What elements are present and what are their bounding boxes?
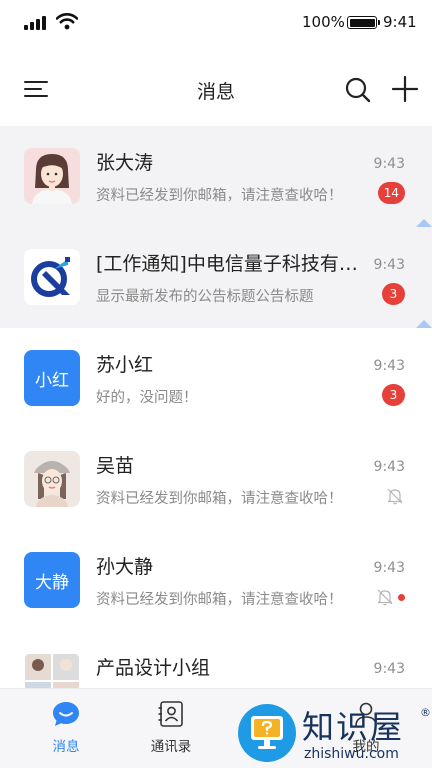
search-icon[interactable] (344, 76, 372, 104)
tab-label: 消息 (52, 739, 80, 755)
conversation-name: 吴苗 (96, 455, 135, 477)
contacts-icon (158, 701, 183, 727)
plus-icon[interactable] (392, 76, 418, 102)
conversation-time: 9:43 (373, 156, 405, 172)
conversation-item[interactable]: 产品设计小组 9:43 (0, 631, 432, 688)
conversation-preview: 显示最新发布的公告标题公告标题 (96, 289, 314, 305)
pin-marker (416, 219, 432, 227)
watermark-logo (238, 704, 296, 762)
watermark-registered: ® (420, 706, 431, 719)
conversation-name: 苏小红 (96, 354, 154, 376)
watermark-domain: zhishiwu.com (304, 746, 399, 762)
conversation-preview: 资料已经发到你邮箱，请注意查收哈！ (96, 188, 343, 204)
battery-percent: 100% (302, 13, 345, 31)
unread-badge: 3 (382, 384, 405, 406)
conversation-preview: 资料已经发到你邮箱，请注意查收哈！ (96, 491, 343, 507)
conversation-time: 9:43 (373, 661, 405, 677)
photo-avatar-woman (24, 148, 80, 204)
conversation-time: 9:43 (373, 257, 405, 273)
tab-messages[interactable]: 消息 (26, 699, 106, 763)
text-avatar: 大静 (24, 552, 80, 608)
status-bar: 100% 9:41 (0, 0, 432, 46)
conversation-name: 产品设计小组 (96, 657, 211, 679)
pin-marker (416, 320, 432, 328)
unread-badge: 14 (377, 182, 405, 204)
tab-contacts[interactable]: 通讯录 (131, 699, 211, 763)
conversation-item[interactable]: 大静 孙大静 资料已经发到你邮箱，请注意查收哈！ 9:43 (0, 530, 432, 631)
group-avatar (24, 653, 80, 688)
unread-dot (398, 594, 405, 601)
signal-icon (24, 16, 46, 30)
conversation-item[interactable]: [工作通知]中电信量子科技有限公司 显示最新发布的公告标题公告标题 9:43 3 (0, 227, 432, 328)
mute-bell-icon (387, 488, 403, 505)
conversation-item[interactable]: 小红 苏小红 好的，没问题！ 9:43 3 (0, 328, 432, 429)
conversation-time: 9:43 (373, 358, 405, 374)
photo-avatar-girl (24, 451, 80, 507)
chat-bubble-icon (53, 702, 79, 726)
conversation-item[interactable]: 吴苗 资料已经发到你邮箱，请注意查收哈！ 9:43 (0, 429, 432, 530)
nav-bar: 消息 (0, 60, 432, 118)
conversation-time: 9:43 (373, 459, 405, 475)
mute-bell-icon (377, 589, 393, 606)
conversation-item[interactable]: 张大涛 资料已经发到你邮箱，请注意查收哈！ 9:43 14 (0, 126, 432, 227)
conversation-name: 孙大静 (96, 556, 154, 578)
tab-label: 通讯录 (150, 739, 192, 755)
unread-badge: 3 (382, 283, 405, 305)
conversation-name: 张大涛 (96, 152, 154, 174)
text-avatar: 小红 (24, 350, 80, 406)
status-time: 9:41 (383, 13, 417, 31)
conversation-name: [工作通知]中电信量子科技有限公司 (96, 253, 364, 275)
wifi-icon (56, 13, 78, 30)
conversation-time: 9:43 (373, 560, 405, 576)
company-logo (24, 249, 80, 305)
watermark-text: 知识屋 (302, 708, 405, 746)
conversation-preview: 资料已经发到你邮箱，请注意查收哈！ (96, 592, 343, 608)
conversation-list[interactable]: 张大涛 资料已经发到你邮箱，请注意查收哈！ 9:43 14 [工作通知]中电信量… (0, 126, 432, 688)
watermark: 知识屋 ® zhishiwu.com (236, 702, 432, 768)
conversation-preview: 好的，没问题！ (96, 390, 198, 406)
battery-icon (347, 16, 380, 29)
